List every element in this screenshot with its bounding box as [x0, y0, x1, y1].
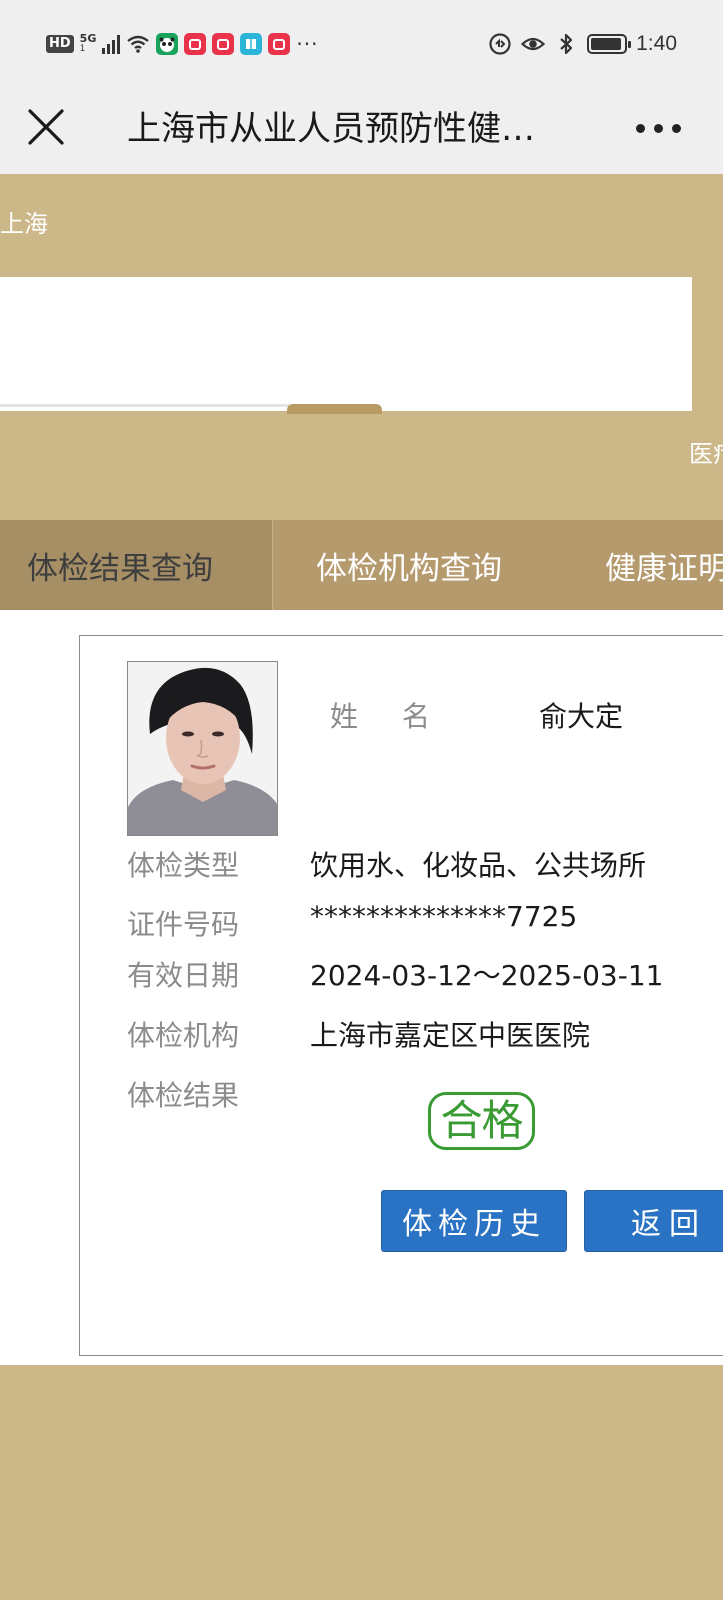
- exam-institution-value: 上海市嘉定区中医医院: [310, 1019, 591, 1052]
- shopping-app-icon: [184, 33, 207, 55]
- more-notifications-icon: ···: [296, 32, 319, 56]
- tab-health-certificate[interactable]: 健康证明: [563, 520, 723, 610]
- network-label: 5G: [79, 32, 97, 45]
- data-saver-icon: [489, 33, 511, 55]
- shopping-app-icon-3: [268, 33, 291, 55]
- header-banner: 上海 医疗: [0, 174, 723, 520]
- title-bar: 上海市从业人员预防性健…: [0, 88, 723, 174]
- nav-tabs: 体检结果查询 体检机构查询 健康证明: [0, 520, 723, 610]
- search-panel: [0, 277, 692, 411]
- wifi-icon: [127, 35, 150, 53]
- result-qualified-stamp: 合格: [428, 1092, 535, 1150]
- panda-app-icon: [156, 33, 179, 55]
- close-button[interactable]: [24, 105, 68, 149]
- panel-divider: [0, 404, 290, 407]
- bluetooth-icon: [560, 33, 573, 55]
- region-label: 上海: [0, 210, 48, 238]
- back-button[interactable]: 返回: [584, 1190, 723, 1252]
- network-type: 5G 1: [80, 33, 97, 55]
- shopping-app-icon-2: [212, 33, 235, 55]
- result-card: 姓名 俞大定 体检类型 饮用水、化妆品、公共场所 证件号码 **********…: [79, 635, 723, 1356]
- exam-result-label: 体检结果: [127, 1079, 240, 1112]
- tab-exam-result-query[interactable]: 体检结果查询: [0, 520, 272, 610]
- battery-icon: [587, 34, 632, 54]
- hd-indicator: HD: [46, 35, 74, 53]
- signal-icon: [102, 34, 121, 54]
- status-bar-right: 1:40: [488, 30, 677, 58]
- more-dot-icon: [672, 123, 681, 133]
- more-dot-icon: [636, 123, 645, 133]
- eye-icon: [521, 37, 546, 51]
- id-number-value: **************7725: [310, 900, 578, 933]
- person-photo-icon: [128, 662, 277, 835]
- more-dot-icon: [654, 123, 663, 133]
- page-title: 上海市从业人员预防性健…: [127, 109, 535, 149]
- exam-type-value: 饮用水、化妆品、公共场所: [310, 849, 647, 882]
- valid-date-value: 2024-03-12～2025-03-11: [310, 959, 664, 992]
- panel-tab-handle: [287, 404, 382, 414]
- tab-exam-institution-query[interactable]: 体检机构查询: [273, 520, 563, 610]
- header-note: 医疗: [689, 440, 723, 468]
- status-bar: HD 5G 1 ··· 1:40: [0, 0, 723, 88]
- exam-institution-label: 体检机构: [127, 1019, 240, 1052]
- id-number-label: 证件号码: [127, 908, 240, 941]
- more-options-button[interactable]: [636, 118, 684, 138]
- name-label: 姓名: [330, 700, 475, 733]
- exam-type-label: 体检类型: [127, 849, 240, 882]
- network-sub-label: 1: [79, 44, 86, 54]
- name-value: 俞大定: [539, 700, 624, 733]
- exam-history-button[interactable]: 体检历史: [381, 1190, 567, 1252]
- status-bar-left: HD 5G 1 ···: [46, 30, 318, 58]
- valid-date-label: 有效日期: [127, 959, 240, 992]
- book-app-icon: [240, 33, 263, 55]
- id-photo: [127, 661, 278, 836]
- main-content: 姓名 俞大定 体检类型 饮用水、化妆品、公共场所 证件号码 **********…: [0, 610, 723, 1365]
- status-time: 1:40: [636, 32, 677, 55]
